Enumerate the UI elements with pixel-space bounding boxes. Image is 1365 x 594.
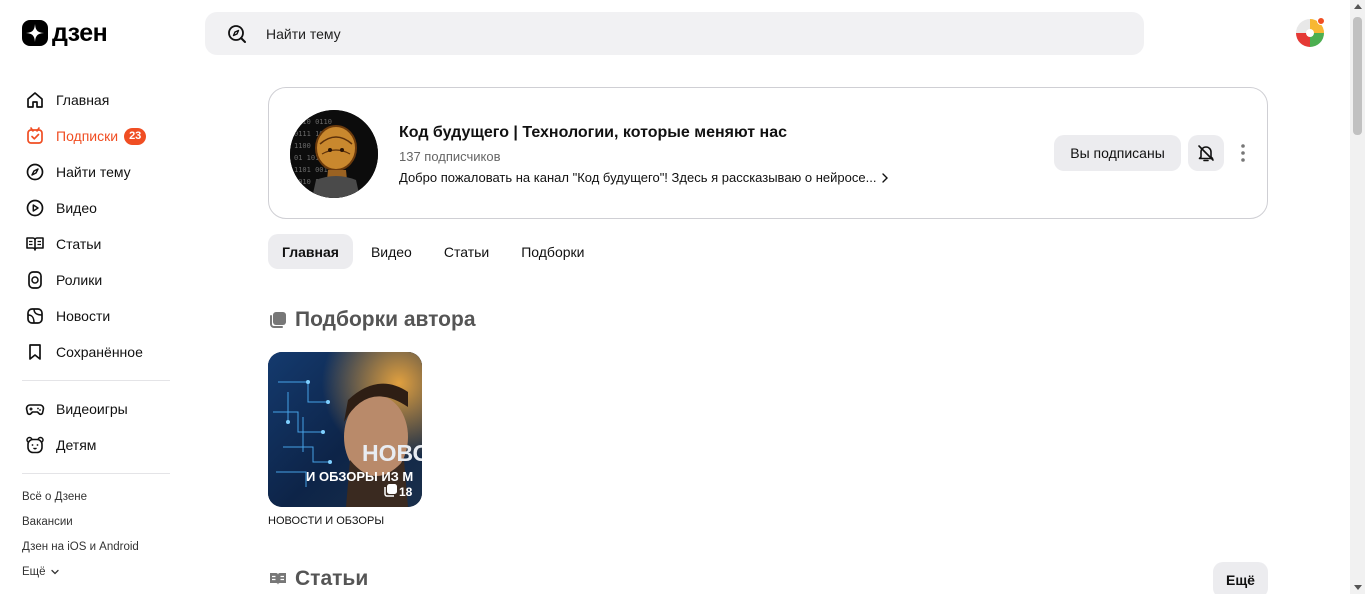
book-icon: [268, 569, 288, 589]
svg-text:1010 0110: 1010 0110: [294, 118, 332, 126]
sidebar-item-saved[interactable]: Сохранённое: [22, 334, 172, 370]
dzen-logo[interactable]: дзен: [22, 19, 108, 47]
collection-overlay-title: НОВО: [362, 440, 422, 466]
channel-description[interactable]: Добро пожаловать на канал "Код будущего"…: [399, 170, 890, 185]
footer-links: Всё о Дзене Вакансии Дзен на iOS и Andro…: [22, 484, 172, 584]
subscribed-button[interactable]: Вы подписаны: [1054, 135, 1181, 171]
collection-overlay-subtitle: И ОБЗОРЫ ИЗ М: [306, 469, 413, 484]
news-icon: [24, 305, 46, 327]
tab-collections[interactable]: Подборки: [507, 234, 598, 269]
search-compass-icon: [227, 24, 247, 44]
collection-count: 18: [399, 485, 413, 499]
collection-caption[interactable]: НОВОСТИ И ОБЗОРЫ: [268, 515, 384, 527]
footer-link-more[interactable]: Ещё: [22, 559, 172, 584]
sidebar-item-find-topic[interactable]: Найти тему: [22, 154, 172, 190]
sidebar-item-label: Главная: [56, 92, 110, 108]
shorts-icon: [24, 269, 46, 291]
chevron-down-icon: [50, 567, 60, 577]
search-input[interactable]: [266, 25, 1066, 42]
bell-off-icon: [1196, 143, 1216, 163]
logo-text: дзен: [52, 19, 108, 47]
sidebar-item-video[interactable]: Видео: [22, 190, 172, 226]
footer-link-apps[interactable]: Дзен на iOS и Android: [22, 534, 172, 559]
channel-title[interactable]: Код будущего | Технологии, которые меняю…: [399, 124, 787, 142]
gamepad-icon: [24, 398, 46, 420]
tab-home[interactable]: Главная: [268, 234, 353, 269]
tab-articles[interactable]: Статьи: [430, 234, 503, 269]
home-icon: [24, 89, 46, 111]
user-avatar[interactable]: [1295, 17, 1325, 48]
channel-subscribers-count: 137 подписчиков: [399, 149, 501, 164]
sidebar-item-shorts[interactable]: Ролики: [22, 262, 172, 298]
compass-icon: [24, 161, 46, 183]
sidebar-item-label: Видеоигры: [56, 401, 128, 417]
channel-tabs: Главная Видео Статьи Подборки: [268, 234, 598, 269]
channel-card: 1010 0110 0111 1001 1100 01 01 1010 1101 00…: [268, 87, 1268, 219]
sidebar-item-label: Ролики: [56, 272, 103, 288]
collections-section-title: Подборки автора: [268, 308, 476, 332]
bookmark-icon: [24, 341, 46, 363]
scroll-thumb[interactable]: [1353, 17, 1362, 135]
sidebar-item-label: Статьи: [56, 236, 102, 252]
sidebar-item-label: Найти тему: [56, 164, 131, 180]
dzen-star-icon: [22, 20, 48, 46]
articles-more-button[interactable]: Ещё: [1213, 562, 1268, 594]
page-scrollbar[interactable]: [1350, 0, 1365, 594]
sidebar-item-subscriptions[interactable]: Подписки 23: [22, 118, 172, 154]
more-options-button[interactable]: [1231, 138, 1255, 168]
bear-icon: [24, 434, 46, 456]
footer-more-label: Ещё: [22, 565, 46, 578]
scroll-down-arrow-icon[interactable]: [1354, 585, 1362, 590]
sidebar-item-label: Подписки: [56, 128, 119, 144]
book-icon: [24, 233, 46, 255]
collections-stack-icon: [268, 310, 288, 330]
footer-link-about[interactable]: Всё о Дзене: [22, 484, 172, 509]
channel-description-text: Добро пожаловать на канал "Код будущего"…: [399, 170, 877, 185]
articles-title-text: Статьи: [295, 567, 369, 590]
scroll-up-arrow-icon[interactable]: [1354, 4, 1362, 9]
sidebar-item-label: Видео: [56, 200, 97, 216]
chevron-right-icon: [880, 172, 890, 184]
sidebar-item-videogames[interactable]: Видеоигры: [22, 391, 172, 427]
sidebar-item-articles[interactable]: Статьи: [22, 226, 172, 262]
articles-section-title: Статьи: [268, 567, 368, 591]
search-bar[interactable]: [205, 12, 1144, 55]
sidebar-divider: [22, 380, 170, 381]
sidebar-item-home[interactable]: Главная: [22, 82, 172, 118]
notifications-off-button[interactable]: [1188, 135, 1224, 171]
channel-avatar[interactable]: 1010 0110 0111 1001 1100 01 01 1010 1101 00…: [290, 110, 378, 198]
sidebar: Главная Подписки 23 Найти тему Видео Ста…: [22, 82, 172, 584]
sidebar-item-label: Детям: [56, 437, 97, 453]
tab-video[interactable]: Видео: [357, 234, 426, 269]
footer-link-jobs[interactable]: Вакансии: [22, 509, 172, 534]
collections-title-text: Подборки автора: [295, 308, 476, 331]
sidebar-item-kids[interactable]: Детям: [22, 427, 172, 463]
sidebar-item-label: Сохранённое: [56, 344, 143, 360]
sidebar-divider: [22, 473, 170, 474]
sidebar-item-label: Новости: [56, 308, 111, 324]
video-icon: [24, 197, 46, 219]
collection-card[interactable]: НОВО И ОБЗОРЫ ИЗ М 18: [268, 352, 422, 507]
sidebar-item-news[interactable]: Новости: [22, 298, 172, 334]
subscriptions-icon: [24, 125, 46, 147]
subscriptions-count-badge: 23: [124, 127, 147, 145]
vertical-dots-icon: [1240, 143, 1246, 163]
